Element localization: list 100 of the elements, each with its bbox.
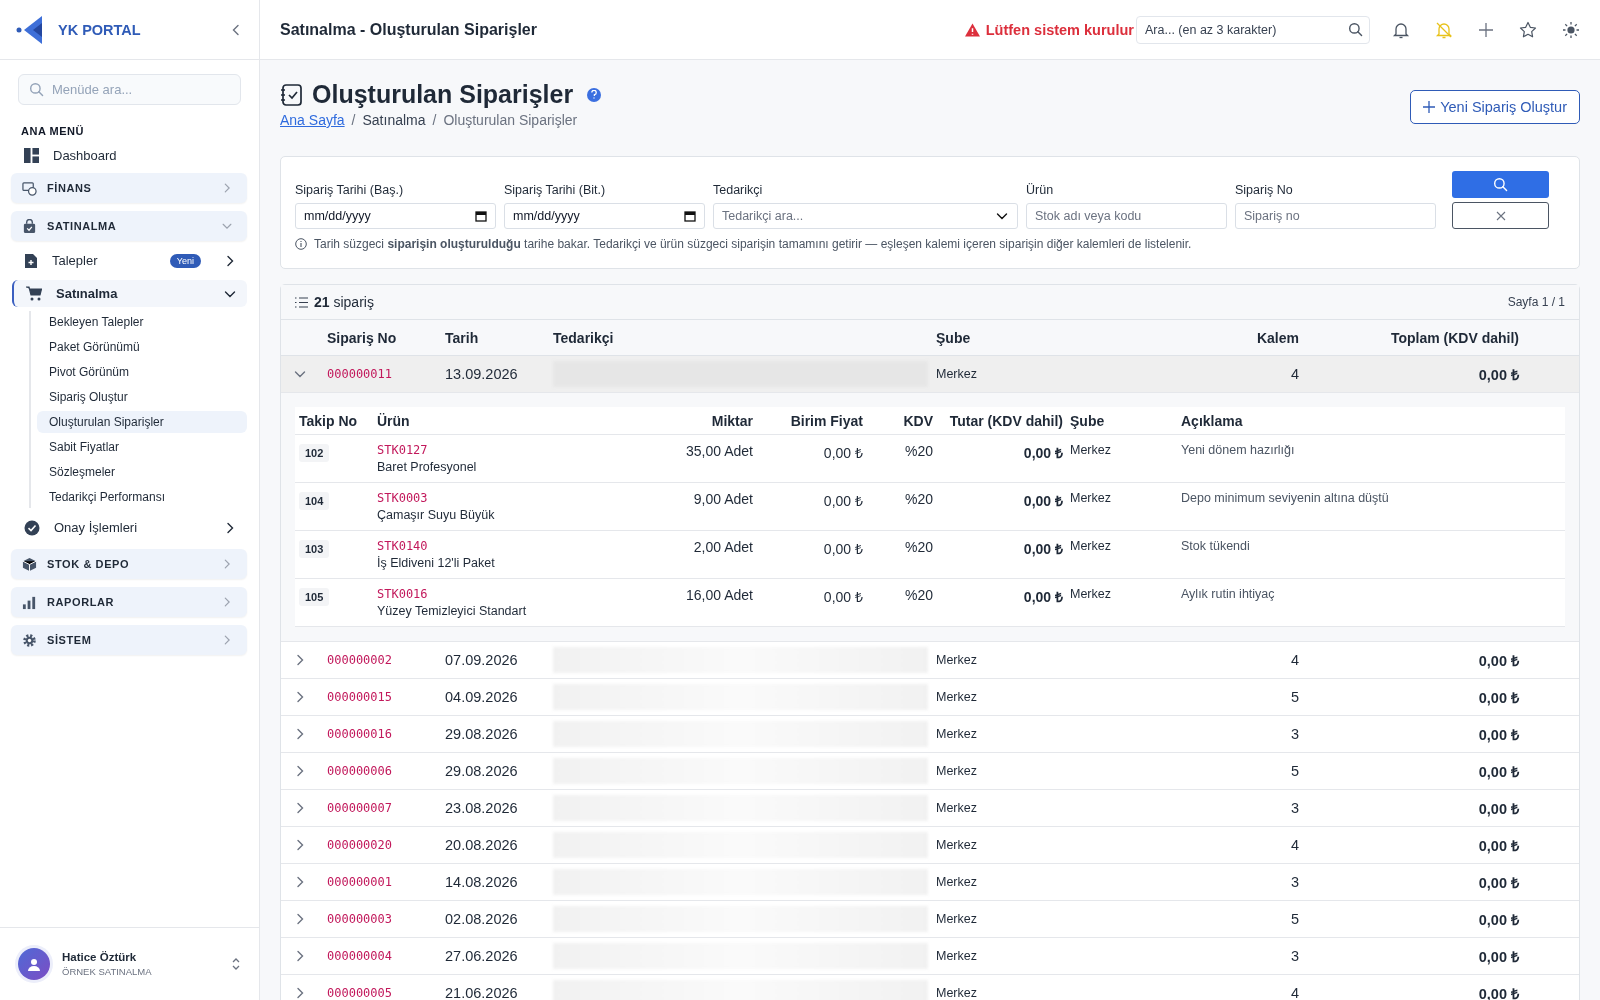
star-icon[interactable] [1519, 20, 1537, 39]
submenu-item[interactable]: Paket Görünümü [37, 336, 247, 358]
submenu-item[interactable]: Sabit Fiyatlar [37, 436, 247, 458]
table-cell-text: 3 [1289, 800, 1299, 816]
page-header-title: Satınalma - Oluşturulan Siparişler [280, 20, 538, 39]
table-cell: %20 [904, 539, 933, 555]
table-cell: Merkez [1070, 491, 1111, 505]
tracking-number: 102 [299, 444, 330, 462]
table-cell-text: 3 [1289, 874, 1299, 890]
tracking-number: 105 [299, 588, 330, 606]
bell-icon[interactable] [1392, 20, 1410, 39]
menu-item[interactable]: Dashboard [24, 145, 247, 165]
table-cell-text: Merkez [936, 949, 978, 963]
product-code-link[interactable]: STK0127 [377, 443, 477, 457]
table-cell: Merkez [1070, 539, 1111, 553]
table-cell-text: 07.09.2026 [445, 652, 519, 668]
order-number-link[interactable]: 000000005 [327, 986, 445, 1000]
search-icon [1348, 22, 1363, 37]
filter-note: Tarih süzgeci siparişin oluşturulduğu tarihe bakar. Tedarikçi ve ürün süzgeci siparişin tamamını getirir — eşleşen kalemi içeren siparişin diğer kalemleri de listelenir. [314, 237, 1192, 251]
table-cell-text: 0,00 ₺ [1023, 444, 1063, 462]
table-cell-text: 0,00 ₺ [1477, 763, 1519, 781]
user-role: ÖRNEK SATINALMA [62, 966, 153, 977]
table-cell: 2,00 Adet [693, 539, 753, 555]
table-cell-text: 02.08.2026 [445, 911, 519, 927]
menu-item[interactable]: Onay İşlemleri [12, 514, 247, 541]
setup-warning[interactable]: Lütfen sistem kurulur [964, 21, 1134, 38]
table-cell-text: 23.08.2026 [445, 800, 519, 816]
order-number-link[interactable]: 000000004 [327, 949, 445, 963]
page-title: Oluşturulan Siparişler [312, 80, 574, 109]
submenu-item[interactable]: Tedarikçi Performansı [37, 486, 247, 508]
table-cell-text: 0,00 ₺ [823, 588, 863, 606]
table-cell: %20 [904, 587, 933, 603]
tracking-number: 104 [299, 492, 330, 510]
column-header: Açıklama [1181, 407, 1565, 435]
table-cell-text: 3 [1289, 948, 1299, 964]
submenu-item[interactable]: Oluşturulan Siparişler [37, 411, 247, 433]
order-number-link[interactable]: 000000003 [327, 912, 445, 926]
submenu-item[interactable]: Bekleyen Talepler [37, 311, 247, 333]
table-cell-text: 14.08.2026 [445, 874, 519, 890]
submenu-item[interactable]: Sipariş Oluştur [37, 386, 247, 408]
order-number-link[interactable]: 000000001 [327, 875, 445, 889]
new-order-button[interactable]: Yeni Sipariş Oluştur [1410, 90, 1580, 124]
menu-group[interactable]: FİNANS [11, 173, 247, 203]
product-code-link[interactable]: STK0016 [377, 587, 527, 601]
order-number-link[interactable]: 000000002 [327, 653, 445, 667]
table-cell-text: Merkez [936, 801, 978, 815]
table-cell-text: Merkez [936, 986, 978, 1000]
document-icon [24, 252, 38, 269]
menu-group[interactable]: STOK & DEPO [11, 549, 247, 579]
warning-icon [964, 22, 980, 37]
table-cell-text: 0,00 ₺ [1477, 911, 1519, 929]
input-field[interactable]: Stok adı veya kodu [1026, 203, 1227, 229]
input-field[interactable]: Sipariş no [1235, 203, 1436, 229]
brand-name: YK PORTAL [58, 21, 142, 38]
table-cell-text: 0,00 ₺ [1023, 588, 1063, 606]
column-header: Şube [1063, 407, 1181, 435]
expand-icon[interactable] [231, 957, 241, 971]
order-number-link[interactable]: 000000015 [327, 690, 445, 704]
order-number-link[interactable]: 000000007 [327, 801, 445, 815]
cart-icon [26, 286, 42, 301]
table-cell-text: 0,00 ₺ [823, 540, 863, 558]
plus-icon[interactable] [1478, 21, 1494, 38]
global-search-field[interactable]: Ara... (en az 3 karakter) [1136, 15, 1370, 44]
table-cell: Yeni dönem hazırlığı [1181, 443, 1295, 457]
table-cell: Stok tükendi [1181, 539, 1250, 553]
table-cell-text: 0,00 ₺ [1477, 689, 1519, 707]
product-code-link[interactable]: STK0140 [377, 539, 495, 553]
product-code-link[interactable]: STK0003 [377, 491, 495, 505]
breadcrumb-link[interactable]: Ana Sayfa [280, 112, 345, 128]
order-number-link[interactable]: 000000016 [327, 727, 445, 741]
submenu-item[interactable]: Pivot Görünüm [37, 361, 247, 383]
table-cell-text: 4 [1289, 652, 1299, 668]
order-number-link[interactable]: 000000020 [327, 838, 445, 852]
help-icon[interactable] [587, 87, 602, 102]
table-cell-text: 0,00 ₺ [1477, 366, 1519, 384]
table-cell-text: Merkez [936, 367, 978, 381]
order-number-link[interactable]: 000000011 [327, 367, 445, 381]
sun-icon[interactable] [1562, 20, 1580, 39]
column-header: Şube [936, 329, 972, 346]
table-cell-text: Merkez [936, 875, 978, 889]
clear-button[interactable] [1452, 202, 1549, 229]
field-label: Sipariş No [1235, 183, 1294, 197]
menu-group[interactable]: RAPORLAR [11, 587, 247, 617]
order-number-link[interactable]: 000000006 [327, 764, 445, 778]
table-cell-text: Merkez [936, 838, 978, 852]
menu-item[interactable]: Talepler Yeni [12, 247, 247, 274]
table-cell-text: Merkez [936, 653, 978, 667]
date-field[interactable]: mm/dd/yyyy [295, 203, 496, 229]
table-cell-text: 0,00 ₺ [823, 492, 863, 510]
date-field[interactable]: mm/dd/yyyy [504, 203, 705, 229]
bar-chart-icon [22, 594, 37, 610]
table-cell-text: Merkez [936, 764, 978, 778]
close-icon [1495, 210, 1506, 221]
table-cell-text: 0,00 ₺ [1477, 726, 1519, 744]
menu-group[interactable]: SİSTEM [11, 625, 247, 655]
submenu-item[interactable]: Sözleşmeler [37, 461, 247, 483]
table-cell-text: 29.08.2026 [445, 763, 519, 779]
menu-group[interactable]: SATINALMA [11, 211, 247, 241]
table-cell: %20 [904, 443, 933, 459]
supplier-select[interactable]: Tedarikçi ara... [713, 203, 1018, 229]
